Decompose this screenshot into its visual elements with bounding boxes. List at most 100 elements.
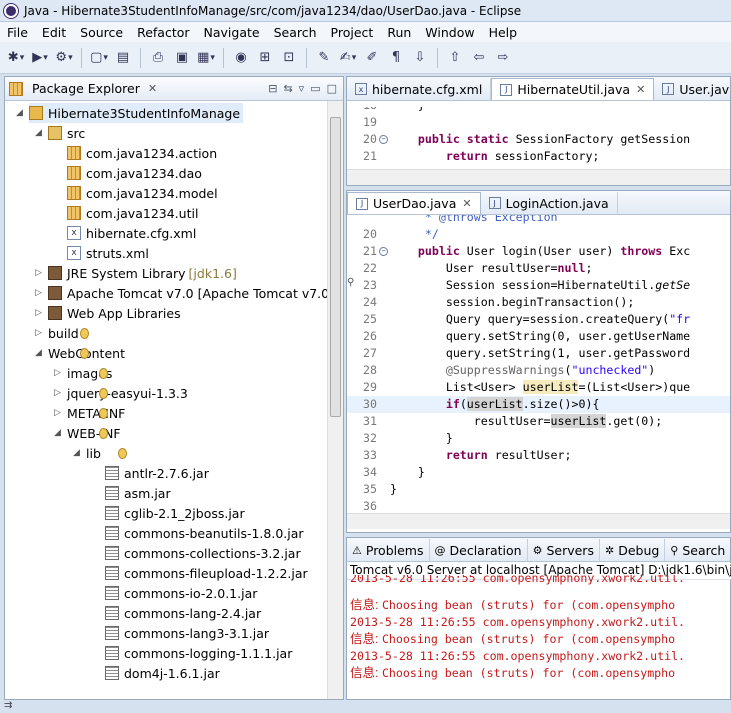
tree-item[interactable]: commons-collections-3.2.jar [105,543,301,563]
expand-arrow-icon[interactable]: ◢ [35,128,42,138]
code-text: } [390,465,425,479]
tree-item[interactable]: asm.jar [105,483,171,503]
top-editor-hscrollbar[interactable] [347,169,730,185]
tree-item[interactable]: commons-lang-2.4.jar [105,603,261,623]
expand-arrow-icon[interactable]: ▷ [54,388,61,398]
tree-item[interactable]: x hibernate.cfg.xml [67,223,196,243]
print-icon[interactable]: ⎙ [149,49,167,67]
expand-arrow-icon[interactable]: ▷ [35,288,42,298]
search-icon[interactable]: ✎ [315,49,333,67]
collapse-all-icon[interactable]: ⊟ [268,82,277,95]
tree-item[interactable]: images ▷ [54,363,112,383]
editor-tab[interactable]: J HibernateUtil.java ✕ [491,78,655,100]
annotation-icon[interactable]: ✍ [339,49,357,67]
bottom-tab-problems[interactable]: ⚠ Problems [347,539,430,561]
expand-arrow-icon[interactable]: ◢ [54,428,61,438]
tree-item[interactable]: WebContent◢ [35,343,125,363]
menu-project[interactable]: Project [324,25,381,40]
forward-icon[interactable]: ⇨ [494,49,512,67]
new-icon[interactable]: ▢ [90,49,108,67]
expand-arrow-icon[interactable]: ▷ [35,328,42,338]
expand-arrow-icon[interactable]: ▷ [54,368,61,378]
tree-item[interactable]: META-INF ▷ [54,403,126,423]
tree-item[interactable]: Hibernate3StudentInfoManage ◢ [16,103,244,123]
tree-item-label: META-INF [67,405,126,421]
link-with-editor-icon[interactable]: ⇆ [283,82,292,95]
tree-item[interactable]: lib ◢ [73,443,127,463]
menu-search[interactable]: Search [267,25,324,40]
menu-window[interactable]: Window [418,25,481,40]
tree-item[interactable]: build ▷ [35,323,89,343]
expand-arrow-icon[interactable]: ◢ [73,448,80,458]
open-type-icon[interactable]: ⊞ [256,49,274,67]
tree-item[interactable]: com.java1234.dao [67,163,202,183]
bottom-tab-search[interactable]: ⚲ Search [665,539,730,561]
tree-item[interactable]: jquery-easyui-1.3.3 ▷ [54,383,188,403]
tree-scrollbar[interactable] [327,101,343,699]
external-tools-icon[interactable]: ⚙ [55,49,73,67]
fast-view-icon[interactable]: ⇉ [4,700,12,711]
expand-arrow-icon[interactable]: ▷ [35,308,42,318]
menu-file[interactable]: File [0,25,35,40]
next-annotation-icon[interactable]: ⇩ [411,49,429,67]
tree-item[interactable]: commons-io-2.0.1.jar [105,583,257,603]
tree-item[interactable]: com.java1234.model [67,183,218,203]
tree-scrollbar-thumb[interactable] [330,117,341,417]
menu-run[interactable]: Run [380,25,418,40]
tree-item[interactable]: com.java1234.util [67,203,198,223]
main-code-area[interactable]: * @throws Exception 20 */21− public User … [347,215,730,513]
tree-item[interactable]: WEB-INF ◢ [54,423,121,443]
tree-item[interactable]: src ◢ [35,123,85,143]
expand-arrow-icon[interactable]: ◢ [35,348,42,358]
save-icon[interactable]: ▤ [114,49,132,67]
expand-arrow-icon[interactable]: ▷ [54,408,61,418]
bottom-tab-servers[interactable]: ⚙ Servers [528,539,600,561]
tree-item[interactable]: dom4j-1.6.1.jar [105,663,220,683]
previous-annotation-icon[interactable]: ⇧ [446,49,464,67]
tree-item[interactable]: x struts.xml [67,243,149,263]
close-icon[interactable]: ✕ [636,83,645,96]
tree-item[interactable]: commons-logging-1.1.1.jar [105,643,292,663]
new-package-icon[interactable]: ▦ [197,49,215,67]
maximize-icon[interactable]: □ [327,82,337,95]
tree-item[interactable]: com.java1234.action [67,143,217,163]
tree-item[interactable]: commons-fileupload-1.2.2.jar [105,563,308,583]
editor-tab[interactable]: J LoginAction.java [481,192,618,214]
tree-item[interactable]: commons-lang3-3.1.jar [105,623,269,643]
top-code-area[interactable]: 18 }1920− public static SessionFactory g… [347,107,730,169]
expand-arrow-icon[interactable]: ◢ [16,108,23,118]
bottom-tab-declaration[interactable]: @ Declaration [430,539,528,561]
new-class-icon[interactable]: ◉ [232,49,250,67]
editor-tab[interactable]: J User.jav [654,78,730,100]
tree-item[interactable]: Apache Tomcat v7.0 [Apache Tomcat v7.0] ▷ [35,283,327,303]
show-whitespace-icon[interactable]: ¶ [387,49,405,67]
back-icon[interactable]: ⇦ [470,49,488,67]
view-menu-icon[interactable]: ▿ [299,82,305,95]
mark-occurrences-icon[interactable]: ✐ [363,49,381,67]
menu-source[interactable]: Source [73,25,130,40]
tree-item[interactable]: cglib-2.1_2jboss.jar [105,503,245,523]
bottom-tab-debug[interactable]: ✲ Debug [600,539,666,561]
tree-item[interactable]: commons-beanutils-1.8.0.jar [105,523,304,543]
fold-toggle-icon[interactable]: − [379,135,388,144]
run-icon[interactable]: ▶ [31,49,49,67]
menu-edit[interactable]: Edit [35,25,73,40]
main-editor-hscrollbar[interactable] [347,513,730,529]
tree-item[interactable]: JRE System Library [jdk1.6] ▷ [35,263,237,283]
close-icon[interactable]: ✕ [462,197,471,210]
fold-toggle-icon[interactable]: − [379,247,388,256]
editor-tab[interactable]: x hibernate.cfg.xml [347,78,492,100]
menu-refactor[interactable]: Refactor [130,25,196,40]
tree-item[interactable]: antlr-2.7.6.jar [105,463,209,483]
menu-help[interactable]: Help [482,25,525,40]
new-java-project-icon[interactable]: ▣ [173,49,191,67]
editor-tab[interactable]: J UserDao.java ✕ [347,192,481,214]
menu-navigate[interactable]: Navigate [197,25,267,40]
expand-arrow-icon[interactable]: ▷ [35,268,42,278]
minimize-icon[interactable]: ▭ [310,82,320,95]
package-explorer-tab[interactable]: Package Explorer [32,81,140,96]
close-icon[interactable]: ✕ [148,82,157,95]
tree-item[interactable]: Web App Libraries ▷ [35,303,181,323]
open-task-icon[interactable]: ⊡ [280,49,298,67]
debug-icon[interactable]: ✱ [7,49,25,67]
